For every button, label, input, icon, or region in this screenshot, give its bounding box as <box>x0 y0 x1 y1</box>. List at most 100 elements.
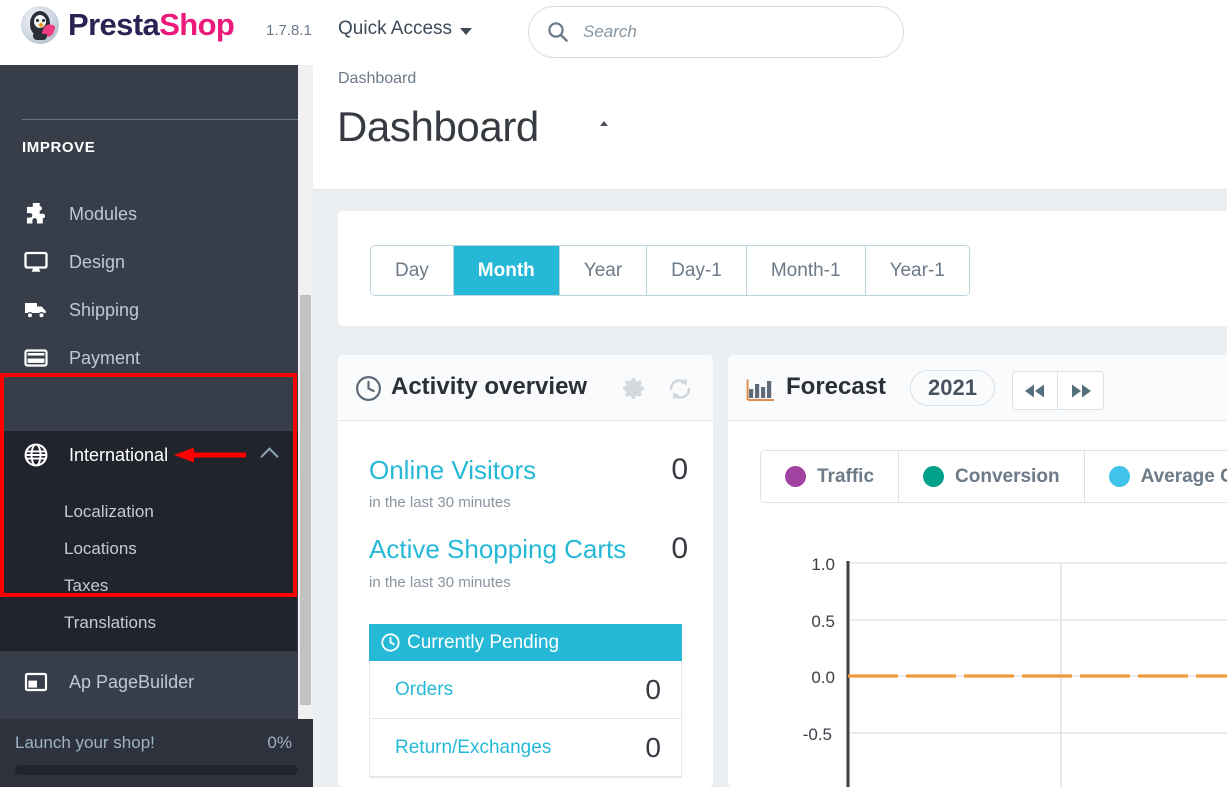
pagebuilder-icon <box>24 672 48 692</box>
forecast-legend: Traffic Conversion Average Cart <box>760 450 1227 503</box>
sidebar-subitem-locations[interactable]: Locations <box>64 530 137 567</box>
kpi-value-online-visitors: 0 <box>671 453 688 486</box>
kpi-label-online-visitors[interactable]: Online Visitors <box>369 455 536 486</box>
search-box[interactable] <box>528 6 904 58</box>
pending-row-label-return-exchanges[interactable]: Return/Exchanges <box>395 737 551 759</box>
sidebar-item-label: International <box>69 444 169 465</box>
currently-pending-header: Currently Pending <box>369 624 682 661</box>
sidebar-subitem-label: Locations <box>64 539 137 558</box>
forecast-year-selector[interactable]: 2021 <box>910 370 995 406</box>
date-tab-year-1[interactable]: Year-1 <box>865 246 969 295</box>
table-row[interactable]: Return/Exchanges 0 <box>370 719 681 777</box>
forecast-title: Forecast <box>786 373 887 400</box>
fast-forward-icon <box>1071 384 1091 397</box>
chevron-up-icon <box>260 447 279 466</box>
pending-row-label-orders[interactable]: Orders <box>395 679 453 701</box>
sidebar-subitem-localization[interactable]: Localization <box>64 493 154 530</box>
monitor-icon <box>24 251 48 272</box>
kpi-sub-active-shopping-carts: in the last 30 minutes <box>369 574 511 591</box>
logo-wordmark: PrestaShop <box>68 7 235 43</box>
clock-icon <box>356 376 381 401</box>
legend-label-traffic: Traffic <box>817 465 875 487</box>
page-title: Dashboard <box>337 103 539 150</box>
forecast-panel: Forecast 2021 Traffic Conversion Average… <box>728 355 1227 787</box>
forecast-next-button[interactable] <box>1058 372 1103 409</box>
sidebar-item-design[interactable]: Design <box>0 238 298 286</box>
globe-icon <box>24 443 48 467</box>
sidebar-item-ap-pagebuilder[interactable]: Ap PageBuilder <box>0 658 298 706</box>
legend-button-traffic[interactable]: Traffic <box>761 451 900 502</box>
search-icon <box>548 22 568 42</box>
sidebar-section-title: IMPROVE <box>22 139 96 156</box>
forecast-prev-button[interactable] <box>1013 372 1058 409</box>
date-tab-day-1[interactable]: Day-1 <box>647 246 747 295</box>
logo-word-presta: Presta <box>68 7 160 42</box>
launch-your-shop-panel[interactable]: Launch your shop! 0% <box>0 719 313 787</box>
bar-chart-icon <box>746 379 774 401</box>
truck-icon <box>25 303 46 319</box>
legend-label-average-cart: Average Cart <box>1140 465 1227 487</box>
forecast-navigation <box>1012 371 1104 410</box>
prestashop-mascot-icon <box>21 6 59 44</box>
legend-label-conversion: Conversion <box>955 465 1060 487</box>
forecast-chart-plot <box>846 561 1227 787</box>
sidebar-item-modules[interactable]: Modules <box>0 190 298 238</box>
sidebar-item-label: Design <box>69 251 126 272</box>
sidebar-subitem-label: Translations <box>64 613 156 632</box>
sidebar-item-label: Payment <box>69 347 141 368</box>
sidebar-subitem-taxes[interactable]: Taxes <box>64 567 108 604</box>
breadcrumb[interactable]: Dashboard <box>338 70 416 88</box>
sidebar-item-label: Ap PageBuilder <box>69 671 195 692</box>
kpi-sub-online-visitors: in the last 30 minutes <box>369 494 511 511</box>
date-range-tabs: Day Month Year Day-1 Month-1 Year-1 <box>370 245 970 296</box>
date-tab-month-1[interactable]: Month-1 <box>746 246 866 295</box>
date-tab-year[interactable]: Year <box>559 246 648 295</box>
date-tab-month[interactable]: Month <box>453 246 560 295</box>
legend-dot-conversion <box>923 466 945 487</box>
caret-down-icon <box>460 27 473 35</box>
currently-pending-title: Currently Pending <box>407 631 560 653</box>
logo-word-shop: Shop <box>159 7 235 42</box>
sidebar-navigation: IMPROVE Modules Design Shipping Payment … <box>0 57 298 787</box>
launch-shop-progress-bar <box>15 765 298 775</box>
launch-shop-label: Launch your shop! <box>15 733 155 752</box>
date-tab-day[interactable]: Day <box>371 246 454 295</box>
kpi-label-active-shopping-carts[interactable]: Active Shopping Carts <box>369 534 626 565</box>
page-header: Dashboard Dashboard <box>313 57 1227 190</box>
date-range-card: Day Month Year Day-1 Month-1 Year-1 <box>338 211 1227 326</box>
table-row[interactable]: Orders 0 <box>370 661 681 719</box>
gear-icon[interactable] <box>622 376 647 401</box>
rewind-icon <box>1025 384 1044 397</box>
refresh-icon[interactable] <box>667 377 693 401</box>
sidebar-item-international[interactable]: International <box>0 431 298 479</box>
clock-icon <box>381 633 400 652</box>
sidebar-item-shipping[interactable]: Shipping <box>0 286 298 334</box>
scroll-up-arrow-icon[interactable] <box>600 121 608 126</box>
sidebar-divider <box>22 119 298 120</box>
credit-card-icon <box>24 349 48 367</box>
legend-button-conversion[interactable]: Conversion <box>899 451 1085 502</box>
sidebar-scrollbar-thumb[interactable] <box>300 295 311 705</box>
sidebar-submenu-international: Localization Locations Taxes Translation… <box>0 479 297 651</box>
quick-access-label: Quick Access <box>338 18 453 39</box>
quick-access-menu[interactable]: Quick Access <box>338 18 473 40</box>
currently-pending-list: Orders 0 Return/Exchanges 0 <box>369 661 682 778</box>
legend-dot-traffic <box>785 466 806 487</box>
prestashop-logo[interactable]: PrestaShop <box>21 6 235 44</box>
sidebar-item-label: Modules <box>69 203 138 224</box>
sidebar-item-label: Shipping <box>69 299 140 320</box>
sidebar-subitem-label: Taxes <box>64 576 109 595</box>
sidebar-subitem-translations[interactable]: Translations <box>64 604 156 641</box>
legend-dot-average-cart <box>1108 466 1130 487</box>
pending-row-value-orders: 0 <box>645 673 661 705</box>
search-input[interactable] <box>583 22 885 42</box>
sidebar-subitem-label: Localization <box>64 502 154 521</box>
kpi-value-active-shopping-carts: 0 <box>671 532 688 565</box>
launch-shop-percent: 0% <box>267 733 292 752</box>
pending-row-value-return-exchanges: 0 <box>645 731 661 763</box>
sidebar-item-payment[interactable]: Payment <box>0 334 298 382</box>
legend-button-average-cart[interactable]: Average Cart <box>1084 451 1227 502</box>
top-bar: PrestaShop 1.7.8.1 Quick Access <box>0 0 1227 65</box>
puzzle-icon <box>26 202 46 224</box>
version-label: 1.7.8.1 <box>266 22 312 39</box>
